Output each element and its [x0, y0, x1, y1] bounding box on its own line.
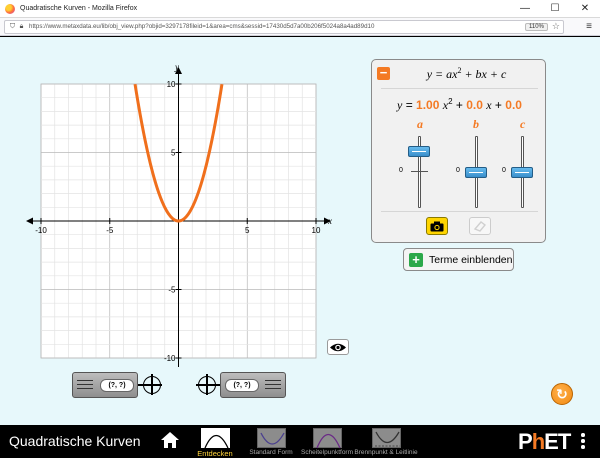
eq-equals: = [402, 98, 417, 112]
window-titlebar: Quadratische Kurven - Mozilla Firefox — … [0, 0, 600, 18]
coefficient-b-label: b [473, 117, 479, 131]
screen-tab-standard-form[interactable]: Standard Form [243, 428, 299, 458]
divider [381, 211, 538, 212]
point-tool-left[interactable]: (?, ?) [72, 372, 138, 398]
toggle-visibility-button[interactable] [327, 339, 349, 355]
lock-icon[interactable]: 🔒︎ [17, 23, 26, 31]
divider [381, 88, 538, 89]
grip-icon [265, 380, 281, 392]
screen-tab-focus-directrix[interactable]: Brennpunkt & Leitlinie [354, 428, 418, 458]
maximize-button[interactable]: ☐ [540, 0, 570, 18]
current-equation: y = 1.00 x2 + 0.0 x + 0.0 [372, 97, 547, 113]
bookmark-star-icon[interactable]: ☆ [552, 21, 560, 32]
x-tick-label: 5 [245, 226, 250, 235]
minimize-button[interactable]: — [510, 0, 540, 18]
general-form-rest: + bx + c [461, 67, 507, 81]
y-tick-label: -5 [168, 286, 176, 295]
more-options-icon[interactable] [581, 433, 587, 451]
phet-logo-h: h [531, 429, 545, 454]
close-button[interactable]: ✕ [570, 0, 600, 18]
slider-c-thumb[interactable] [511, 166, 533, 178]
y-tick-label: 10 [167, 80, 176, 89]
slider-zero-label: 0 [502, 167, 506, 174]
grip-icon [77, 380, 93, 392]
equation-panel: − y = ax2 + bx + c y = 1.00 x2 + 0.0 x +… [371, 59, 546, 243]
eq-plus-1: + [452, 98, 467, 112]
b-value: 0.0 [466, 98, 483, 112]
y-tick-label: 5 [171, 149, 176, 158]
eraser-icon [473, 221, 487, 232]
point-tool-right[interactable]: (?, ?) [220, 372, 286, 398]
screen-tab-label: Standard Form [249, 449, 293, 456]
sim-title: Quadratische Kurven [9, 433, 141, 449]
point-readout: (?, ?) [100, 379, 134, 392]
slider-a[interactable]: 0 [399, 136, 439, 208]
slider-zero-label: 0 [399, 167, 403, 174]
screen-thumbnail [256, 428, 286, 448]
slider-b[interactable]: 0 [456, 136, 496, 208]
show-terms-button[interactable]: + Terme einblenden [403, 248, 514, 271]
general-form-eq: = ax [432, 67, 458, 81]
browser-urlbar: ⛉ 🔒︎ https://www.metaxdata.eu/lib/obj_vi… [0, 18, 600, 36]
graph: -10 -5 5 10 10 5 -5 -10 x y [26, 62, 332, 367]
eye-icon [330, 343, 346, 351]
hamburger-menu-icon[interactable]: ≡ [586, 21, 592, 32]
general-form-equation: y = ax2 + bx + c [372, 66, 547, 82]
y-tick-label: -10 [164, 354, 176, 363]
parabola-thumbnail-icon [203, 434, 229, 449]
simulation-area: -10 -5 5 10 10 5 -5 -10 x y − y = ax2 + … [0, 37, 600, 425]
screen-thumbnail [312, 428, 342, 449]
screen-thumbnail [371, 428, 401, 448]
coefficient-c-label: c [520, 117, 526, 131]
x-tick-label: 10 [312, 226, 321, 235]
zoom-level[interactable]: 110% [525, 22, 548, 31]
shield-icon[interactable]: ⛉ [8, 23, 17, 31]
point-readout: (?, ?) [225, 379, 259, 392]
x-axis-arrow-left [26, 217, 33, 225]
phet-logo[interactable]: PhET [518, 429, 571, 455]
reset-icon: ↻ [556, 385, 568, 402]
firefox-logo-icon [5, 3, 15, 14]
screen-tab-explore[interactable]: Entdecken [187, 428, 243, 458]
slider-a-thumb[interactable] [408, 146, 430, 158]
home-icon[interactable] [160, 431, 180, 449]
slider-c[interactable]: 0 [502, 136, 542, 208]
coefficient-a-label: a [417, 117, 423, 131]
eq-plus-2: + [491, 98, 506, 112]
save-curve-button[interactable] [426, 217, 448, 235]
plus-icon: + [409, 252, 423, 267]
screen-tab-label: Entdecken [197, 449, 233, 458]
c-value: 0.0 [505, 98, 522, 112]
erase-curves-button[interactable] [469, 217, 491, 235]
slider-b-thumb[interactable] [465, 166, 487, 178]
crosshair-icon[interactable] [141, 374, 162, 395]
reset-all-button[interactable]: ↻ [551, 383, 573, 405]
parabola-thumbnail-icon [315, 433, 341, 449]
screen-tab-label: Scheitelpunktform [300, 449, 354, 456]
screen-tab-vertex-form[interactable]: Scheitelpunktform [299, 428, 355, 458]
navigation-bar: Quadratische Kurven Entdecken Standard F… [0, 425, 600, 458]
x-axis-label: x [327, 216, 332, 226]
x-tick-label: -5 [106, 226, 114, 235]
camera-icon [430, 221, 444, 231]
phet-logo-et: ET [544, 429, 571, 454]
parabola-thumbnail-icon [259, 432, 285, 445]
phet-logo-p: P [518, 429, 533, 454]
address-bar[interactable]: ⛉ 🔒︎ https://www.metaxdata.eu/lib/obj_vi… [4, 19, 564, 34]
window-title: Quadratische Kurven - Mozilla Firefox [20, 5, 138, 12]
screen-thumbnail [200, 428, 230, 449]
screen-tab-label: Brennpunkt & Leitlinie [354, 449, 418, 456]
a-value: 1.00 [416, 98, 440, 112]
url-text[interactable]: https://www.metaxdata.eu/lib/obj_view.ph… [29, 23, 525, 30]
slider-zero-tick [411, 171, 428, 172]
slider-zero-label: 0 [456, 167, 460, 174]
y-axis-label: y [174, 62, 179, 72]
parabola-thumbnail-icon [374, 431, 400, 447]
x-tick-label: -10 [35, 226, 47, 235]
show-terms-label: Terme einblenden [429, 253, 513, 266]
